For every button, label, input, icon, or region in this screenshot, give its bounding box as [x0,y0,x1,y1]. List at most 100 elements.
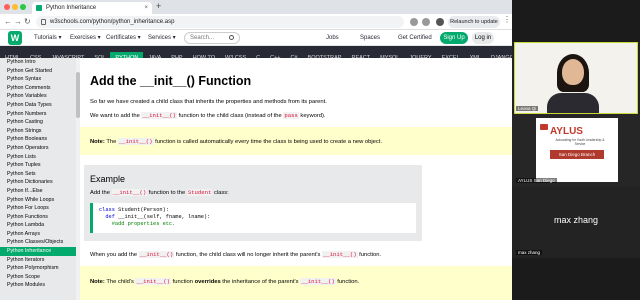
site-header: W Tutorials ▾ Exercises ▾ Certificates ▾… [0,30,512,46]
services-menu[interactable]: Services ▾ [148,33,176,43]
browser-tab[interactable]: Python Inheritance × [32,2,152,14]
sidebar-item[interactable]: Python Polymorphism [0,264,76,273]
inline-code: __init__() [138,251,175,258]
tutorials-menu[interactable]: Tutorials ▾ [34,33,61,43]
text: function. [335,279,360,285]
profile-avatar-icon[interactable] [436,18,444,26]
w3schools-favicon-icon [36,5,42,11]
sidebar-item[interactable]: Python Lambda [0,221,76,230]
close-window-icon[interactable] [4,4,10,10]
sidebar-item[interactable]: Python Numbers [0,110,76,119]
intro-paragraph: So far we have created a child class tha… [90,99,327,105]
participant-tile[interactable]: Leona Qi [512,42,640,114]
sidebar-item[interactable]: Python While Loops [0,196,76,205]
w3schools-logo[interactable]: W [8,31,22,45]
code-text: __init__(self, fname, lname): [114,214,211,220]
sidebar-item[interactable]: Python Iterators [0,256,76,265]
sidebar-item[interactable]: Python Functions [0,213,76,222]
camera-feed [514,42,638,114]
search-placeholder: Search... [190,35,215,41]
participant-name: max zhang [516,250,543,255]
address-bar[interactable]: w3schools.com/python/python_inheritance.… [36,16,404,28]
sidebar-item[interactable]: Python Strings [0,127,76,136]
note-text: Note: The child's __init__() function ov… [90,278,359,285]
note-box: Note: The __init__() function is called … [80,127,512,155]
back-button[interactable]: ← [4,17,12,27]
relaunch-button[interactable]: Relaunch to update [448,16,500,28]
keyword: class [99,207,115,213]
extension-icon[interactable] [410,18,418,26]
new-tab-button[interactable]: + [156,1,161,11]
sidebar-item[interactable]: Python Syntax [0,75,76,84]
text: When you add the [90,252,139,258]
participant-name: Leona Qi [516,106,539,111]
slide-subtitle: Advocating for Youth Leadership & Servic… [555,138,605,146]
note-label: Note: [90,279,105,285]
text: We want to add the [90,113,142,119]
code-line: def __init__(self, fname, lname): [99,214,416,221]
sidebar-nav: Python Intro Python Get Started Python Syn… [0,58,76,300]
get-certified-link[interactable]: Get Certified [398,33,432,43]
sign-up-button[interactable]: Sign Up [440,32,468,44]
paragraph: When you add the __init__() function, th… [90,251,381,258]
sidebar-item[interactable]: Python Data Types [0,101,76,110]
sidebar-item[interactable]: Python Comments [0,84,76,93]
sidebar-item[interactable]: Python Arrays [0,230,76,239]
minimize-window-icon[interactable] [12,4,18,10]
sidebar-item[interactable]: Python Get Started [0,67,76,76]
main-content: Add the __init__() Function So far we ha… [80,58,512,300]
exercises-menu[interactable]: Exercises ▾ [70,33,101,43]
sidebar-item[interactable]: Python Intro [0,58,76,67]
sidebar-item[interactable]: Python Classes/Objects [0,238,76,247]
forward-button[interactable]: → [14,17,22,27]
bold-text: overrides [194,279,221,285]
sidebar-item[interactable]: Python Operators [0,144,76,153]
sidebar-item[interactable]: Python For Loops [0,204,76,213]
sidebar-item[interactable]: Python Booleans [0,135,76,144]
inline-code: __init__() [321,251,358,258]
aylus-logo-icon [540,124,548,130]
sidebar-item[interactable]: Python Tuples [0,161,76,170]
code-comment: #add properties etc. [99,221,176,227]
text: class: [212,190,229,196]
spaces-link[interactable]: Spaces [360,33,380,43]
participant-name: AYLUS San Diego [516,178,557,183]
inline-code: Student [186,189,213,196]
example-description: Add the __init__() function to the Stude… [90,189,229,196]
sidebar-item[interactable]: Python If...Else [0,187,76,196]
certificates-menu[interactable]: Certificates ▾ [106,33,141,43]
sidebar-item[interactable]: Python Inheritance [0,247,76,256]
sidebar-item[interactable]: Python Scope [0,273,76,282]
text: function to the [147,190,187,196]
maximize-window-icon[interactable] [20,4,26,10]
sidebar-item[interactable]: Python Casting [0,118,76,127]
page-title: Add the __init__() Function [90,74,252,88]
participant-tile[interactable]: AYLUS Advocating for Youth Leadership & … [512,114,640,186]
sidebar-item[interactable]: Python Sets [0,170,76,179]
note-label: Note: [90,139,105,145]
code-block[interactable]: class Student(Person): def __init__(self… [90,203,416,233]
sidebar-item[interactable]: Python Lists [0,153,76,162]
log-in-button[interactable]: Log in [472,32,494,44]
jobs-link[interactable]: Jobs [326,33,339,43]
text: function, the child class will no longer… [174,252,322,258]
tab-strip: Python Inheritance × + [0,0,512,14]
participant-tile[interactable]: max zhang max zhang [512,186,640,258]
sidebar-item[interactable]: Python Variables [0,92,76,101]
search-input[interactable]: Search... [184,32,240,44]
aylus-slide: AYLUS Advocating for Youth Leadership & … [536,118,618,182]
tab-close-icon[interactable]: × [144,2,148,14]
tab-title: Python Inheritance [46,5,97,11]
search-icon [229,35,234,40]
extension-icon[interactable] [422,18,430,26]
text: Add the [90,190,112,196]
text: the inheritance of the parent's [220,279,301,285]
paragraph: We want to add the __init__() function t… [90,112,326,119]
sidebar-item[interactable]: Python Modules [0,281,76,290]
reload-button[interactable]: ↻ [24,17,31,27]
browser-menu-icon[interactable]: ⋮ [503,15,511,24]
inline-code: __init__() [141,112,178,119]
text: The [104,139,118,145]
sidebar-item[interactable]: Python Dictionaries [0,178,76,187]
text: function. [357,252,382,258]
